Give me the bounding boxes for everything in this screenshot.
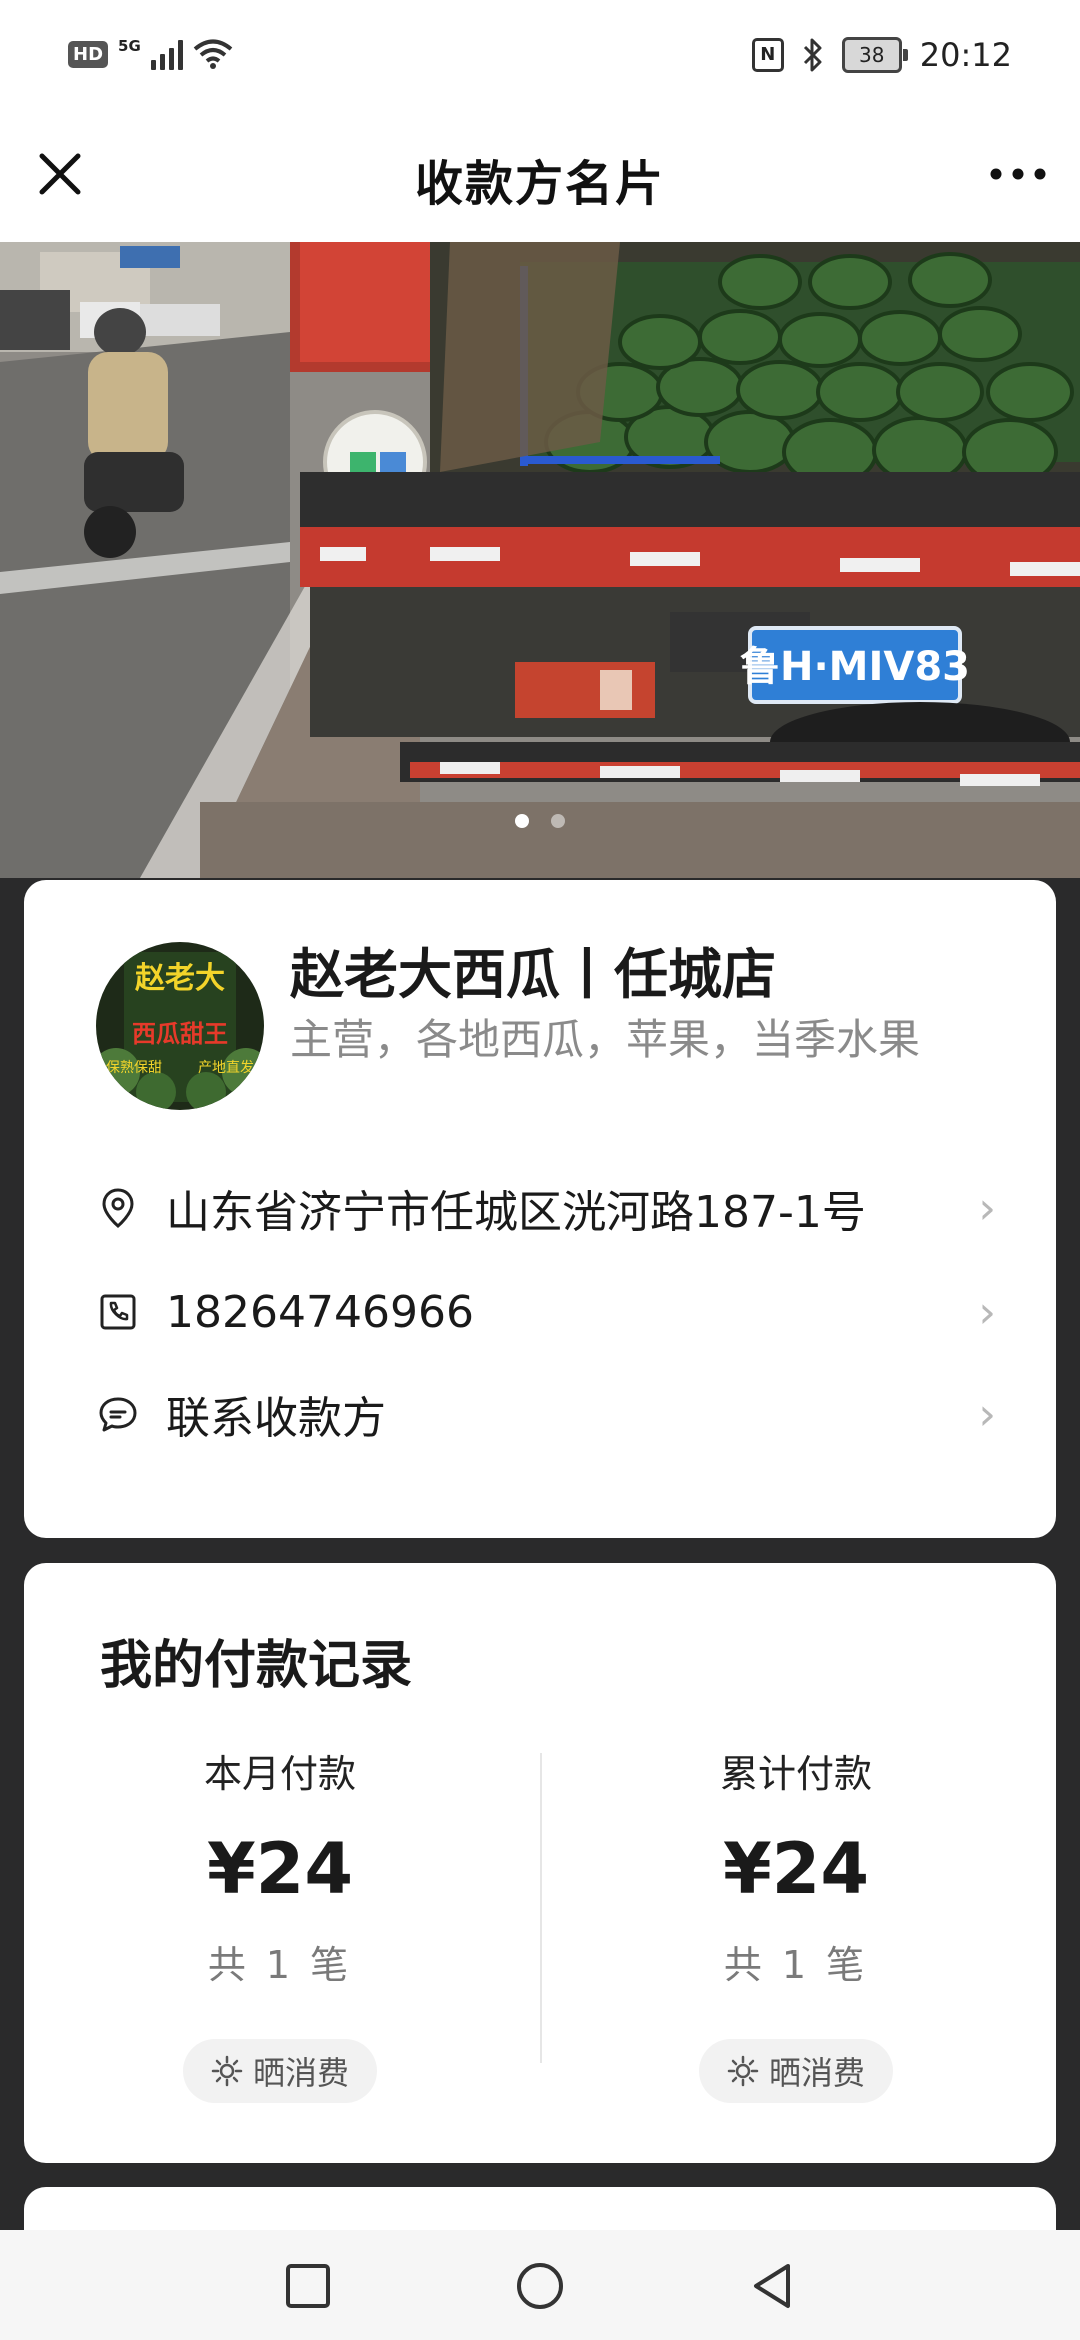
total-payment-amount: ¥24 (722, 1828, 870, 1910)
bluetooth-icon (803, 38, 822, 72)
contact-merchant-row[interactable]: 联系收款方 › (96, 1374, 996, 1454)
share-spending-label: 晒消费 (768, 2054, 865, 2092)
merchant-name: 赵老大西瓜丨任城店 (290, 943, 776, 1006)
total-payment-label: 累计付款 (719, 1752, 872, 1796)
address-text: 山东省济宁市任城区洸河路187-1号 (166, 1187, 866, 1238)
share-spending-button[interactable]: 晒消费 (182, 2039, 377, 2103)
wifi-icon (193, 39, 233, 69)
stat-divider (540, 1753, 542, 2063)
home-icon[interactable] (514, 2260, 566, 2312)
carousel-dot[interactable] (515, 814, 529, 828)
monthly-payment-amount: ¥24 (206, 1828, 354, 1910)
merchant-photo-carousel[interactable]: 鲁H·MIV83 (0, 242, 1080, 878)
merchant-avatar[interactable]: 赵老大 西瓜甜王 保熟保甜 产地直发 (96, 942, 264, 1110)
page-title: 收款方名片 (414, 156, 665, 212)
phone-row[interactable]: 18264746966 › (96, 1272, 996, 1352)
status-bar: HD 5G N 38 20:12 (0, 0, 1080, 120)
payment-record-title: 我的付款记录 (100, 1636, 413, 1696)
merchant-card: 赵老大 西瓜甜王 保熟保甜 产地直发 赵老大西瓜丨任城店 主营，各地西瓜，苹果，… (24, 880, 1056, 1538)
avatar-title: 赵老大 (135, 961, 225, 996)
hd-badge: HD (68, 40, 109, 68)
total-payment-stat: 累计付款 ¥24 共 1 笔 晒消费 (606, 1743, 986, 2103)
contact-merchant-label: 联系收款方 (166, 1393, 386, 1444)
monthly-payment-stat: 本月付款 ¥24 共 1 笔 晒消费 (90, 1743, 470, 2103)
payment-record-card: 我的付款记录 本月付款 ¥24 共 1 笔 晒消费 累计付款 ¥24 共 1 笔… (24, 1563, 1056, 2163)
storefront-photo: 鲁H·MIV83 (0, 242, 1080, 878)
system-nav-bar (0, 2230, 1080, 2340)
top-bar: 收款方名片 (0, 120, 1080, 242)
carousel-indicator (0, 814, 1080, 828)
sun-icon (727, 2055, 759, 2087)
sun-icon (211, 2055, 243, 2087)
chevron-right-icon: › (978, 1286, 996, 1338)
more-icon[interactable] (986, 144, 1050, 204)
recent-apps-icon[interactable] (282, 2260, 334, 2312)
carousel-dot[interactable] (551, 814, 565, 828)
license-plate-text: 鲁H·MIV83 (740, 644, 970, 690)
chevron-right-icon: › (978, 1182, 996, 1234)
status-left: HD 5G (68, 37, 233, 70)
total-payment-count: 共 1 笔 (723, 1943, 869, 1987)
monthly-payment-count: 共 1 笔 (207, 1943, 353, 1987)
battery-icon: 38 (841, 37, 908, 73)
back-icon[interactable] (746, 2260, 798, 2312)
nfc-icon: N (751, 38, 784, 72)
network-type: 5G (118, 37, 141, 55)
merchant-description: 主营，各地西瓜，苹果，当季水果 (290, 1015, 921, 1064)
phone-number: 18264746966 (166, 1286, 474, 1338)
avatar-left-text: 保熟保甜 (106, 1060, 162, 1076)
clock: 20:12 (919, 36, 1012, 74)
phone-icon (100, 1294, 136, 1330)
avatar-slogan: 西瓜甜王 (132, 1020, 228, 1048)
share-spending-button[interactable]: 晒消费 (698, 2039, 893, 2103)
share-spending-label: 晒消费 (252, 2054, 349, 2092)
signal-icon (150, 38, 183, 70)
location-pin-icon (102, 1188, 134, 1228)
status-right: N 38 20:12 (751, 36, 1012, 74)
avatar-right-text: 产地直发 (198, 1059, 254, 1076)
chat-bubble-icon (99, 1397, 137, 1432)
chevron-right-icon: › (978, 1388, 996, 1440)
address-row[interactable]: 山东省济宁市任城区洸河路187-1号 › (96, 1168, 996, 1248)
monthly-payment-label: 本月付款 (203, 1752, 356, 1796)
